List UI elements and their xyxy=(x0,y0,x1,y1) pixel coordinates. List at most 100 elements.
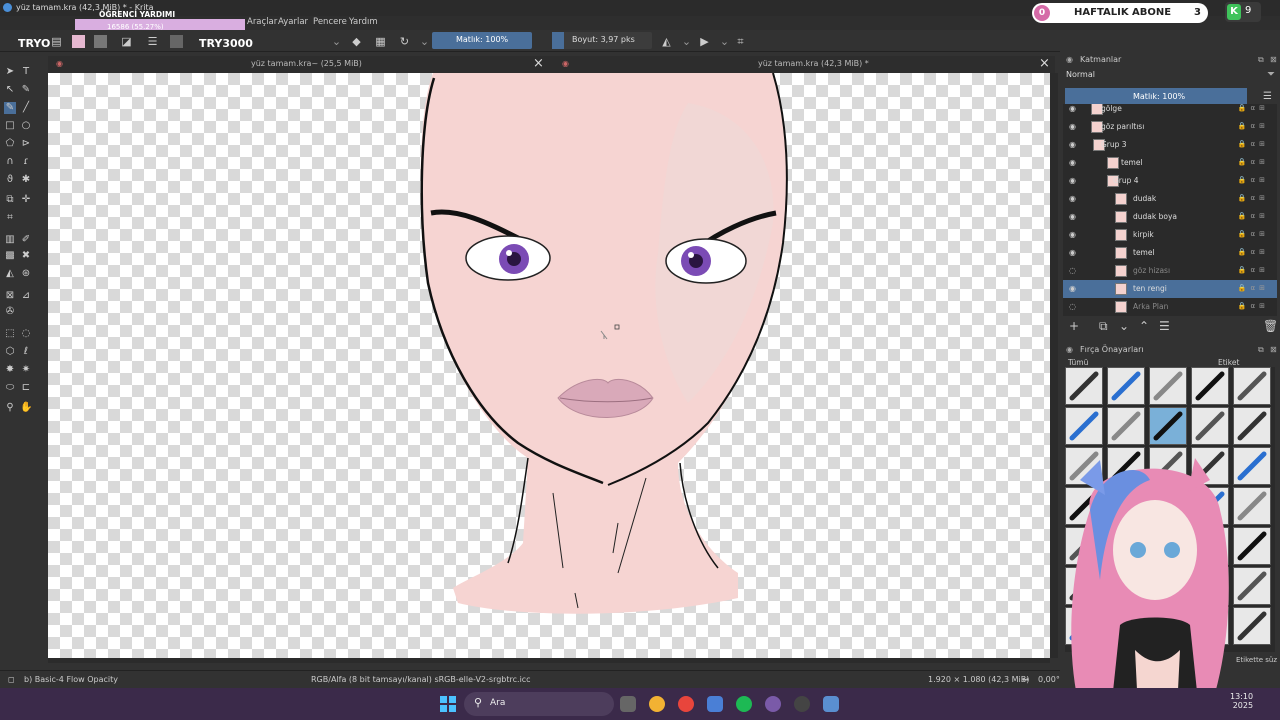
edit-shapes-icon[interactable]: ↖ xyxy=(4,84,16,96)
drawing-canvas[interactable] xyxy=(48,73,1050,658)
layer-lock-icons[interactable]: 🔒α⊞ xyxy=(1238,176,1269,184)
visibility-eye-icon[interactable]: ◉ xyxy=(1069,176,1076,185)
menu-item-help[interactable]: Yardım xyxy=(349,17,378,27)
visibility-eye-icon[interactable]: ◉ xyxy=(1069,284,1076,293)
similar-select-icon[interactable]: ✷ xyxy=(20,364,32,376)
layer-row[interactable]: ◉ ten rengi 🔒α⊞ xyxy=(1063,280,1277,298)
layer-lock-icons[interactable]: 🔒α⊞ xyxy=(1238,212,1269,220)
visibility-eye-icon[interactable]: ◉ xyxy=(1069,248,1076,257)
assistant-tool-icon[interactable]: ⊠ xyxy=(4,290,16,302)
brush-preset-tile[interactable] xyxy=(1149,367,1187,405)
layer-lock-icons[interactable]: 🔒α⊞ xyxy=(1238,266,1269,274)
task-view-icon[interactable] xyxy=(620,696,636,712)
tab-document-1[interactable]: ◉ yüz tamam.kra~ (25,5 MiB) × xyxy=(48,56,556,73)
chevron-down-icon[interactable]: ⌄ xyxy=(418,35,431,48)
layer-row[interactable]: ◌ Arka Plan 🔒α⊞ xyxy=(1063,298,1277,316)
krita-taskbar-icon[interactable] xyxy=(765,696,781,712)
menu-lines-icon[interactable]: ☰ xyxy=(146,35,159,48)
app-icon[interactable] xyxy=(707,696,723,712)
brush-preset-tile[interactable] xyxy=(1233,407,1271,445)
vertical-scrollbar[interactable] xyxy=(1050,73,1058,658)
layer-properties-icon[interactable]: ☰ xyxy=(1159,319,1170,333)
brush-preset-tile[interactable] xyxy=(1107,367,1145,405)
brush-preset-tile[interactable] xyxy=(1065,367,1103,405)
layer-row[interactable]: ◉ göz parıltısı 🔒α⊞ xyxy=(1063,118,1277,136)
ellipse-tool-icon[interactable]: ○ xyxy=(20,120,32,132)
move-up-icon[interactable]: ⌃ xyxy=(1139,319,1149,333)
visibility-eye-icon[interactable]: ◌ xyxy=(1069,266,1076,275)
eraser-icon[interactable]: ◆ xyxy=(350,35,363,48)
brush-filter-select[interactable]: Tümü xyxy=(1068,358,1088,367)
magnetic-select-icon[interactable]: ⊏ xyxy=(20,382,32,394)
visibility-eye-icon[interactable]: ◉ xyxy=(1069,122,1076,131)
obs-icon[interactable] xyxy=(794,696,810,712)
close-icon[interactable]: × xyxy=(1039,56,1050,71)
calligraphy-icon[interactable]: ✎ xyxy=(20,84,32,96)
tag-search-field[interactable]: Etikette süz xyxy=(1236,656,1277,664)
layer-row[interactable]: ◉ temel 🔒α⊞ xyxy=(1063,154,1277,172)
polyline-tool-icon[interactable]: ⊳ xyxy=(20,138,32,150)
layer-row[interactable]: ◉ Grup 4 🔒α⊞ xyxy=(1063,172,1277,190)
layer-menu-icon[interactable]: ☰ xyxy=(1263,91,1272,102)
chevron-down-icon[interactable]: ⌄ xyxy=(330,35,343,48)
visibility-eye-icon[interactable]: ◉ xyxy=(1069,194,1076,203)
brush-preset-tile[interactable] xyxy=(1191,367,1229,405)
layer-lock-icons[interactable]: 🔒α⊞ xyxy=(1238,140,1269,148)
bezier-tool-icon[interactable]: ∩ xyxy=(4,156,16,168)
color-swap-icon[interactable]: ◪ xyxy=(120,35,133,48)
windows-start-icon[interactable] xyxy=(440,696,456,712)
enclose-fill-icon[interactable]: ⊛ xyxy=(20,268,32,280)
rect-select-icon[interactable]: ⬚ xyxy=(4,328,16,340)
ellipse-select-icon[interactable]: ◌ xyxy=(20,328,32,340)
delete-layer-icon[interactable]: 🗑 xyxy=(1263,319,1278,333)
brush-tool-icon[interactable]: ✎ xyxy=(4,102,16,114)
system-clock[interactable]: 13:10 2025 xyxy=(1230,692,1253,710)
float-panel-icon[interactable]: ⧉ xyxy=(1258,345,1264,355)
freehand-path-icon[interactable]: ɾ xyxy=(20,156,32,168)
save-icon[interactable]: ▤ xyxy=(50,35,63,48)
layer-row[interactable]: ◉ dudak 🔒α⊞ xyxy=(1063,190,1277,208)
select-icon[interactable]: ➤ xyxy=(4,66,16,78)
bezier-select-icon[interactable]: ⬭ xyxy=(4,382,16,394)
layer-lock-icons[interactable]: 🔒α⊞ xyxy=(1238,104,1269,112)
line-tool-icon[interactable]: ╱ xyxy=(20,102,32,114)
float-panel-icon[interactable]: ⧉ xyxy=(1258,55,1264,65)
color-picker-icon[interactable]: ✐ xyxy=(20,234,32,246)
polygon-tool-icon[interactable]: ⬠ xyxy=(4,138,16,150)
visibility-eye-icon[interactable]: ◉ xyxy=(1069,158,1076,167)
layer-row[interactable]: ◉ dudak boya 🔒α⊞ xyxy=(1063,208,1277,226)
contiguous-select-icon[interactable]: ✸ xyxy=(4,364,16,376)
layer-lock-icons[interactable]: 🔒α⊞ xyxy=(1238,194,1269,202)
rectangle-tool-icon[interactable]: □ xyxy=(4,120,16,132)
move-down-icon[interactable]: ⌄ xyxy=(1119,319,1129,333)
layer-lock-icons[interactable]: 🔒α⊞ xyxy=(1238,284,1269,292)
visibility-eye-icon[interactable]: ◉ xyxy=(1069,140,1076,149)
filter-icon[interactable]: ⏷ xyxy=(1267,69,1275,80)
layer-row[interactable]: ◌ göz hizası 🔒α⊞ xyxy=(1063,262,1277,280)
layer-lock-icons[interactable]: 🔒α⊞ xyxy=(1238,230,1269,238)
menu-item-tools[interactable]: Araçlar xyxy=(247,17,277,27)
layer-row[interactable]: ◉ temel 🔒α⊞ xyxy=(1063,244,1277,262)
chevron-down-icon[interactable]: ⌄ xyxy=(718,35,731,48)
polygon-select-icon[interactable]: ⬡ xyxy=(4,346,16,358)
chrome-icon[interactable] xyxy=(678,696,694,712)
multibrush-icon[interactable]: ✱ xyxy=(20,174,32,186)
app-icon[interactable] xyxy=(823,696,839,712)
menu-item-settings[interactable]: Ayarlar xyxy=(278,17,308,27)
mirror-horizontal-icon[interactable]: ◭ xyxy=(660,35,673,48)
visibility-eye-icon[interactable]: ◉ xyxy=(1069,212,1076,221)
layer-row[interactable]: ◉ gölge 🔒α⊞ xyxy=(1063,104,1277,118)
duplicate-layer-icon[interactable]: ⧉ xyxy=(1099,319,1108,334)
text-tool-icon[interactable]: T xyxy=(20,66,32,78)
visibility-eye-icon[interactable]: ◌ xyxy=(1069,302,1076,311)
zoom-tool-icon[interactable]: ⚲ xyxy=(4,402,16,414)
chevron-down-icon[interactable]: ⌄ xyxy=(680,35,693,48)
layer-opacity-slider[interactable]: Matlık: 100% xyxy=(1065,88,1247,105)
measure-tool-icon[interactable]: ⊿ xyxy=(20,290,32,302)
colorize-mask-icon[interactable]: ▩ xyxy=(4,250,16,262)
move-tool-icon[interactable]: ✛ xyxy=(20,194,32,206)
brush-preset-icon[interactable] xyxy=(170,35,183,48)
layer-lock-icons[interactable]: 🔒α⊞ xyxy=(1238,158,1269,166)
blend-mode-select[interactable]: Normal xyxy=(1066,70,1256,83)
pattern-icon[interactable] xyxy=(72,35,85,48)
